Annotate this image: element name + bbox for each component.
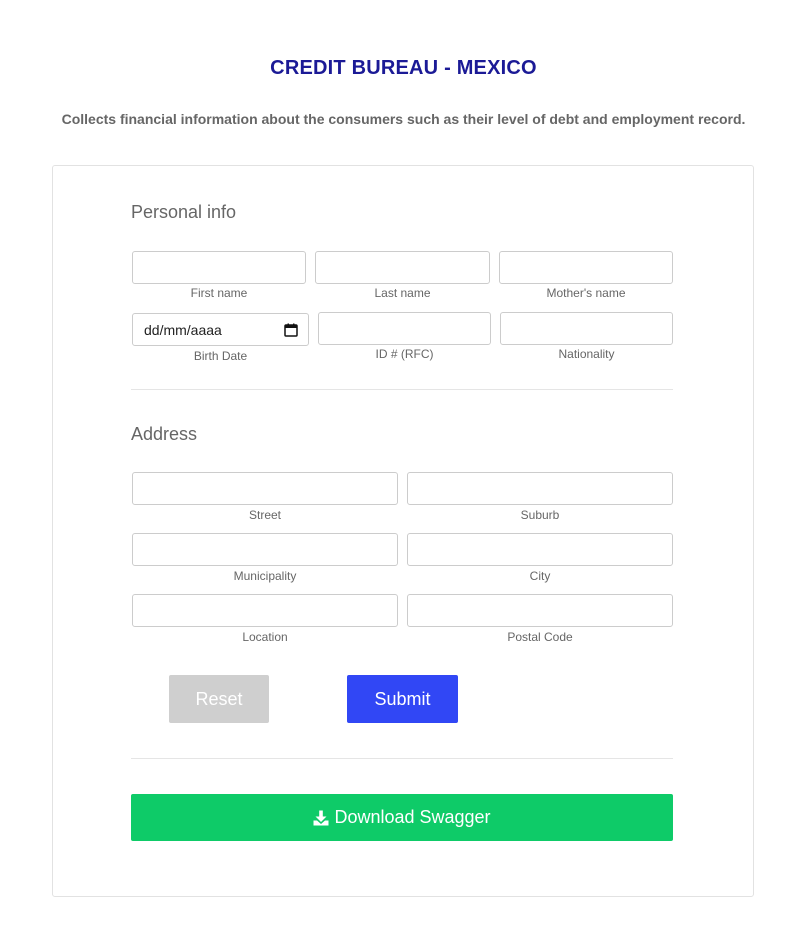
- download-icon: [313, 810, 329, 826]
- municipality-label: Municipality: [233, 569, 297, 583]
- nationality-label: Nationality: [558, 347, 615, 361]
- postal-code-label: Postal Code: [507, 630, 573, 644]
- actions-divider: [131, 758, 673, 759]
- location-input[interactable]: [132, 594, 398, 627]
- nationality-input[interactable]: [500, 312, 673, 345]
- birth-date-input[interactable]: dd/mm/aaaa: [132, 313, 309, 346]
- location-label: Location: [242, 630, 288, 644]
- mother-name-input[interactable]: [499, 251, 673, 284]
- section-divider: [131, 389, 673, 390]
- personal-info-heading: Personal info: [131, 202, 237, 222]
- reset-button[interactable]: Reset: [169, 675, 269, 723]
- street-label: Street: [248, 508, 281, 522]
- download-swagger-button[interactable]: Download Swagger: [131, 794, 673, 841]
- last-name-input[interactable]: [315, 251, 490, 284]
- birth-date-label: Birth Date: [193, 349, 248, 363]
- last-name-label: Last name: [374, 286, 431, 300]
- municipality-input[interactable]: [132, 533, 398, 566]
- suburb-input[interactable]: [407, 472, 673, 505]
- street-input[interactable]: [132, 472, 398, 505]
- city-input[interactable]: [407, 533, 673, 566]
- postal-code-input[interactable]: [407, 594, 673, 627]
- download-swagger-label: Download Swagger: [334, 807, 491, 827]
- calendar-icon[interactable]: [284, 323, 298, 337]
- page: CREDIT BUREAU - MEXICO Collects financia…: [0, 0, 807, 950]
- page-title: CREDIT BUREAU - MEXICO: [270, 57, 537, 79]
- submit-button[interactable]: Submit: [347, 675, 458, 723]
- rfc-id-label: ID # (RFC): [375, 347, 434, 361]
- first-name-input[interactable]: [132, 251, 306, 284]
- mother-name-label: Mother's name: [546, 286, 626, 300]
- city-label: City: [529, 569, 551, 583]
- suburb-label: Suburb: [520, 508, 560, 522]
- birth-date-placeholder: dd/mm/aaaa: [144, 321, 222, 338]
- first-name-label: First name: [190, 286, 248, 300]
- address-heading: Address: [131, 424, 198, 444]
- page-subtitle: Collects financial information about the…: [61, 111, 746, 127]
- rfc-id-input[interactable]: [318, 312, 491, 345]
